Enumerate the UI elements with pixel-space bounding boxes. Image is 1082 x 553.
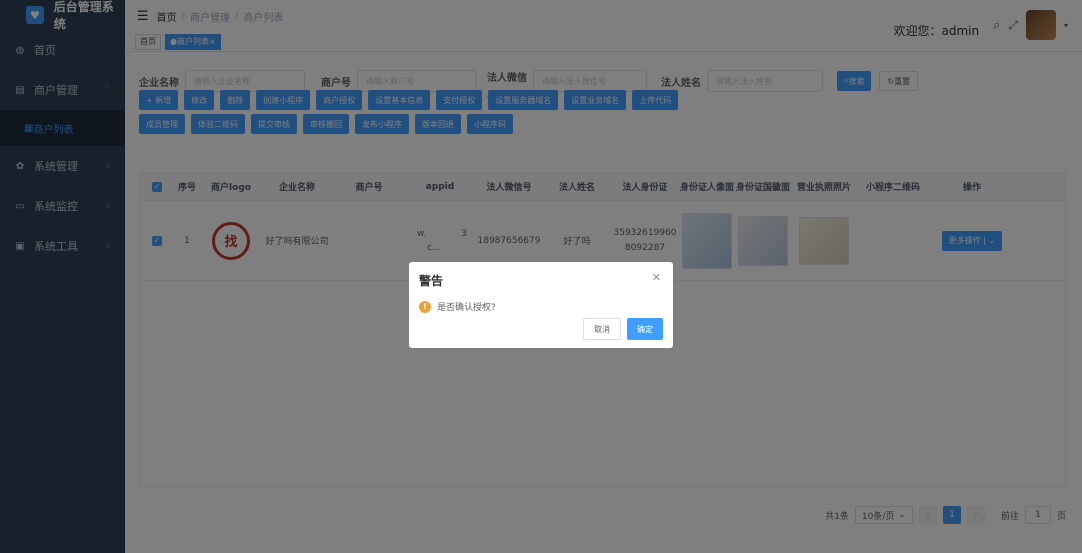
warning-icon: ! <box>419 300 431 313</box>
close-icon[interactable]: ✕ <box>652 271 661 284</box>
confirm-button[interactable]: 确定 <box>627 318 663 340</box>
cancel-button[interactable]: 取消 <box>583 318 621 340</box>
confirm-dialog: 警告 ✕ ! 是否确认授权? 取消 确定 <box>409 262 673 348</box>
dialog-title: 警告 <box>419 274 444 288</box>
dialog-message: 是否确认授权? <box>437 303 496 313</box>
